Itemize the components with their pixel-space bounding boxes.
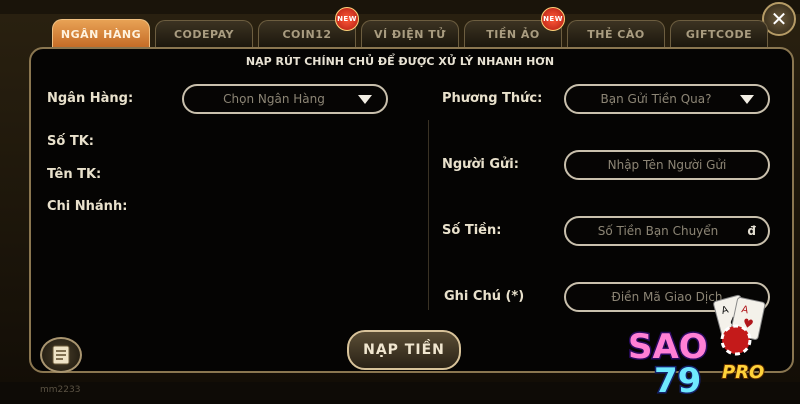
method-select-value: Bạn Gửi Tiền Qua? [600, 92, 712, 106]
history-button[interactable] [40, 337, 82, 373]
logo-graphic: A ♠ A ♥ SAO 79 PRO [627, 294, 765, 403]
notice-text: NẠP RÚT CHÍNH CHỦ ĐỂ ĐƯỢC XỬ LÝ NHANH HƠ… [245, 55, 555, 68]
tab-label: GIFTCODE [685, 27, 753, 41]
tab-label: TIỀN ẢO [486, 27, 540, 41]
close-icon: ✕ [770, 7, 788, 31]
deposit-submit-button[interactable]: NẠP TIỀN [347, 330, 461, 370]
document-icon [52, 345, 70, 365]
method-label: Phương Thức: [442, 91, 543, 106]
amount-input[interactable]: Số Tiền Bạn Chuyển đ [564, 216, 770, 246]
account-number-label: Số TK: [47, 134, 94, 149]
note-label: Ghi Chú (*) [444, 289, 525, 304]
sender-input[interactable]: Nhập Tên Người Gửi [564, 150, 770, 180]
tab-the-cao[interactable]: THẺ CÀO [567, 20, 665, 47]
method-select[interactable]: Bạn Gửi Tiền Qua? [564, 84, 770, 114]
tab-tien-ao[interactable]: TIỀN ẢO NEW [464, 7, 565, 47]
logo-suffix: PRO [722, 362, 764, 383]
new-badge: NEW [335, 7, 359, 31]
sao79-logo: A ♠ A ♥ SAO 79 PRO [618, 292, 800, 403]
tab-codepay[interactable]: CODEPAY [155, 20, 253, 47]
column-divider [428, 120, 429, 310]
account-name-label: Tên TK: [47, 167, 102, 182]
amount-placeholder: Số Tiền Bạn Chuyển [597, 224, 719, 238]
currency-symbol: đ [747, 224, 756, 238]
tab-label: NGÂN HÀNG [60, 27, 142, 41]
tab-label: CODEPAY [173, 27, 235, 41]
new-badge: NEW [541, 7, 565, 31]
tab-vi-dien-tu[interactable]: VÍ ĐIỆN TỬ [361, 20, 459, 47]
tab-coin12[interactable]: COIN12 NEW [258, 7, 359, 47]
footer-username: mm2233 [40, 385, 81, 395]
bank-select[interactable]: Chọn Ngân Hàng [182, 84, 388, 114]
chevron-down-icon [740, 95, 754, 104]
submit-label: NẠP TIỀN [363, 342, 445, 358]
branch-label: Chi Nhánh: [47, 199, 128, 214]
sender-label: Người Gửi: [442, 157, 519, 172]
chevron-down-icon [358, 95, 372, 104]
tab-label: VÍ ĐIỆN TỬ [374, 27, 446, 41]
sender-placeholder: Nhập Tên Người Gửi [607, 158, 727, 172]
bank-label: Ngân Hàng: [47, 91, 134, 106]
amount-label: Số Tiền: [442, 223, 502, 238]
tab-ngan-hang[interactable]: NGÂN HÀNG [52, 19, 150, 48]
tab-giftcode[interactable]: GIFTCODE [670, 20, 768, 47]
tab-label: THẺ CÀO [587, 27, 645, 41]
top-strip [0, 0, 800, 14]
logo-number: 79 [654, 361, 701, 400]
bank-select-value: Chọn Ngân Hàng [223, 92, 325, 106]
tab-label: COIN12 [282, 27, 332, 41]
